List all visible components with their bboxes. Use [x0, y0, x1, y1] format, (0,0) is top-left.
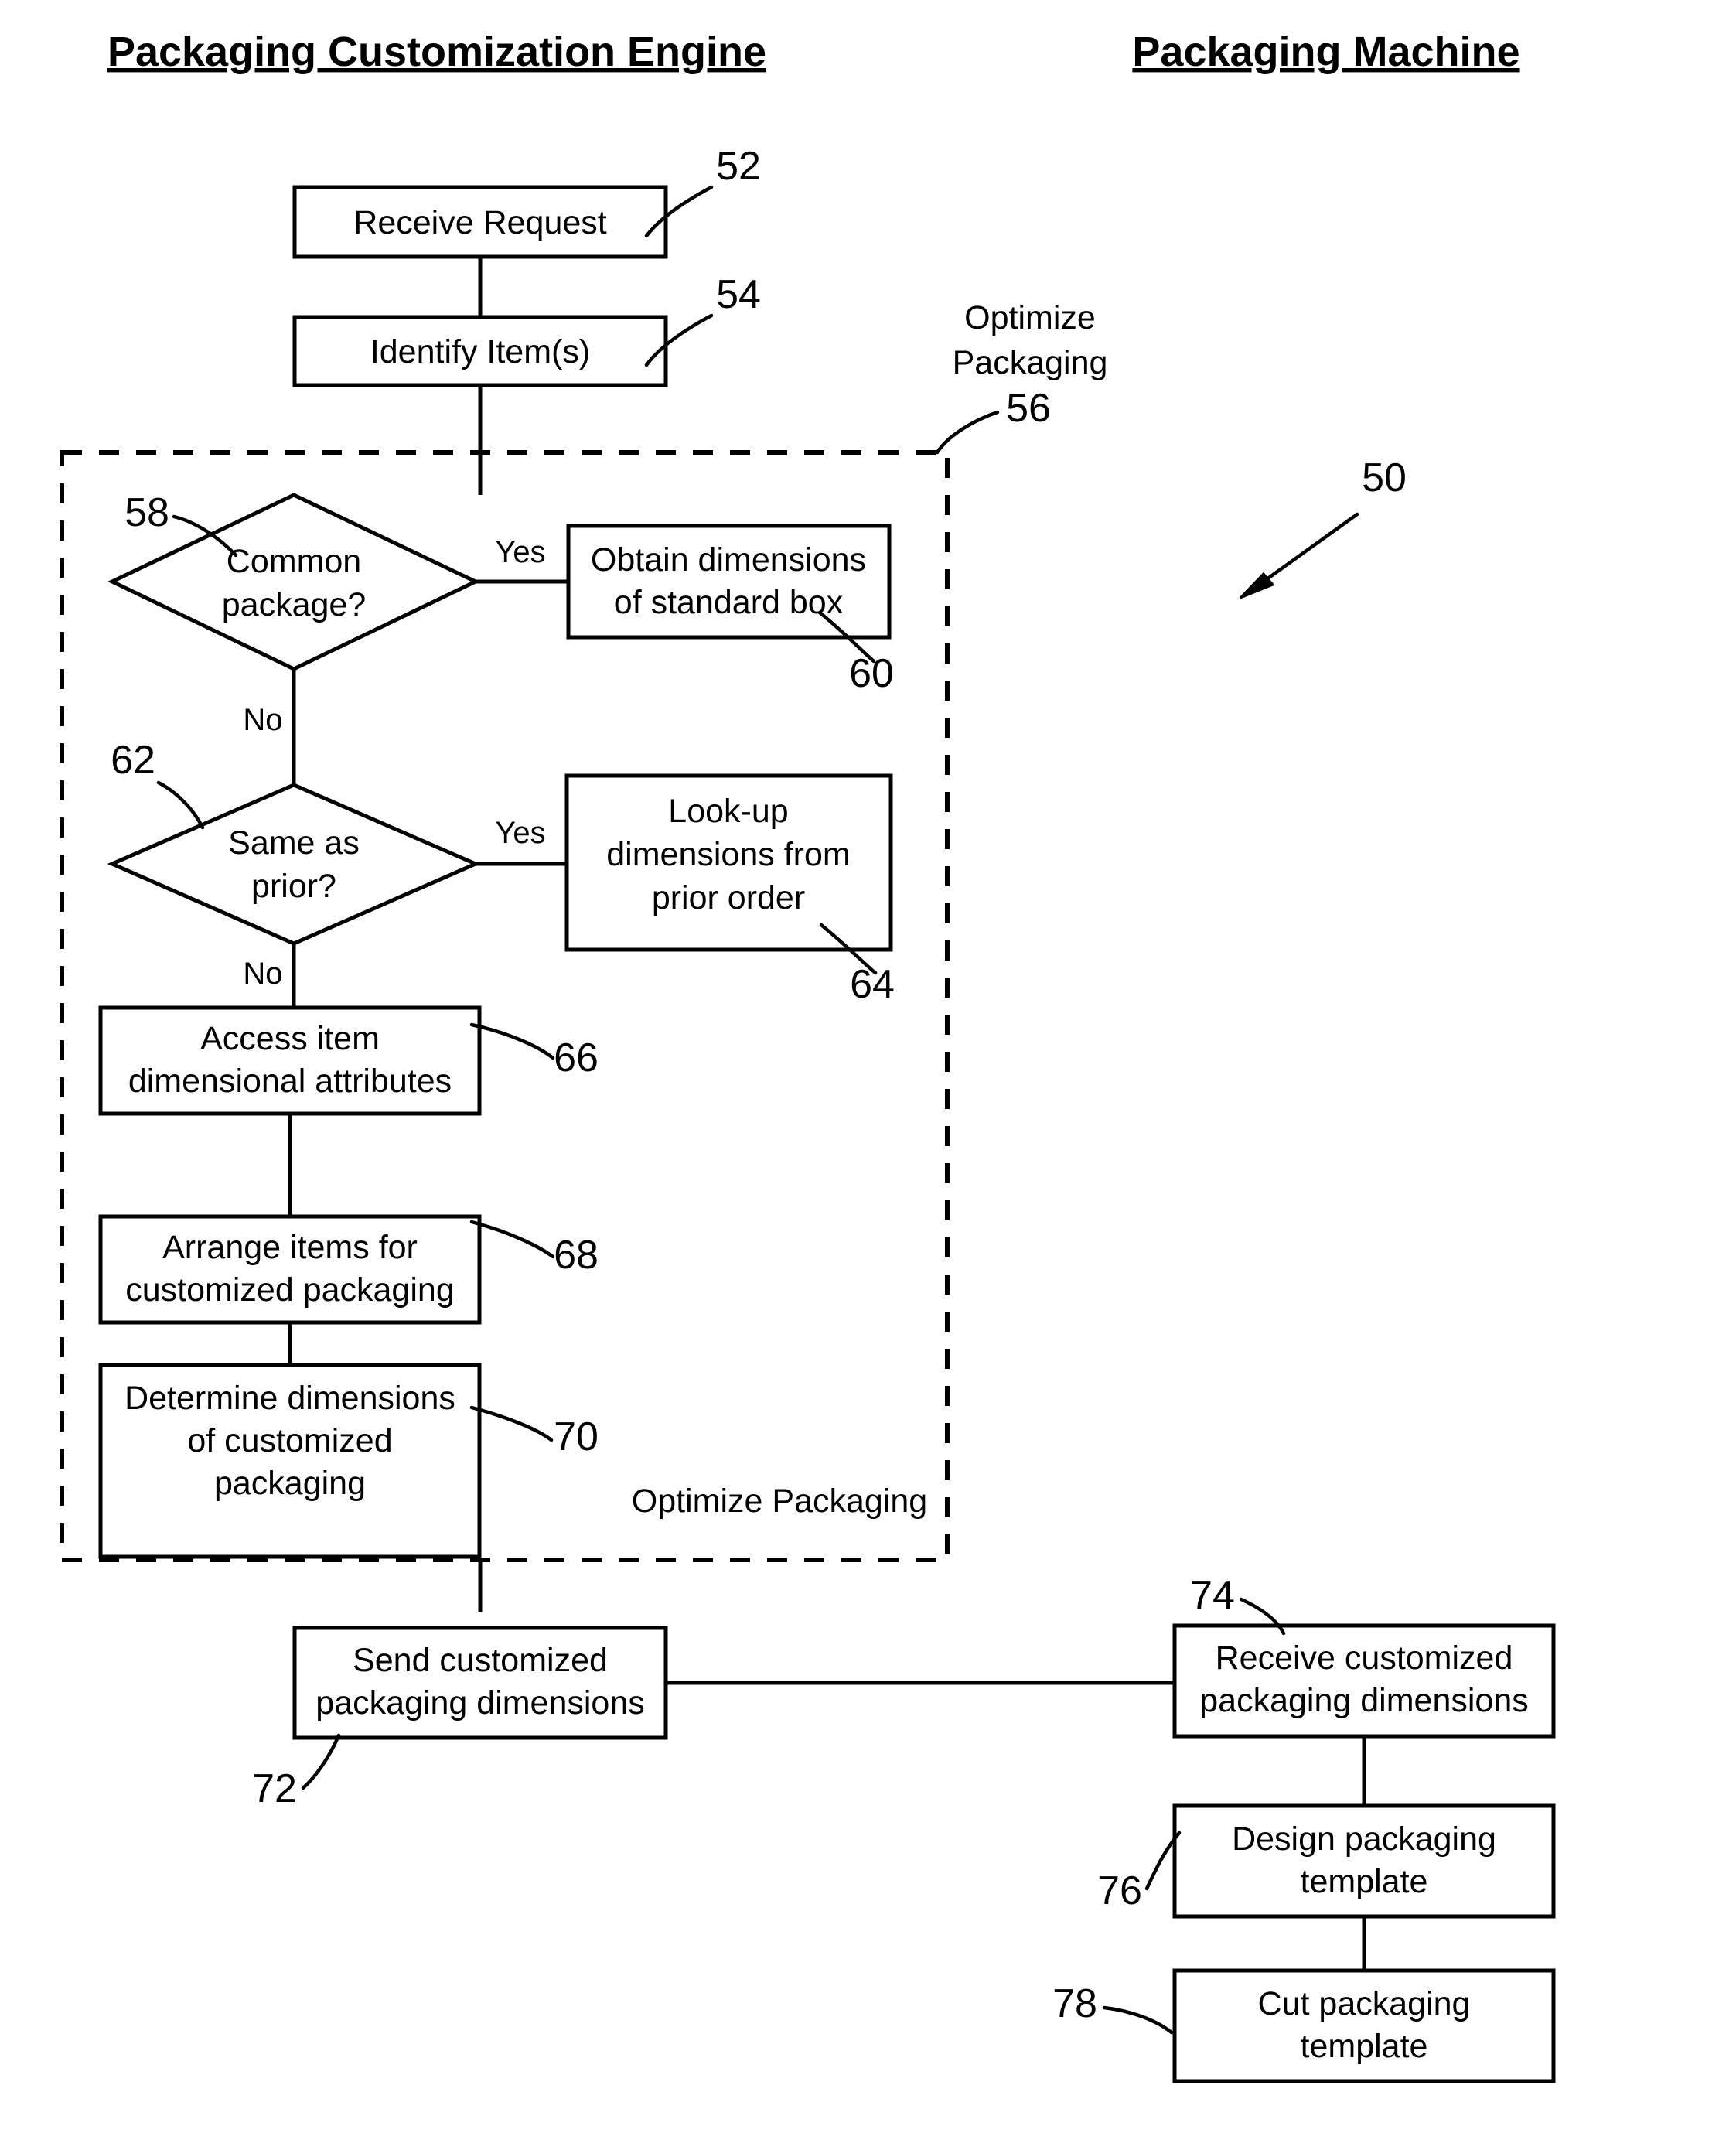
ref-leader-68 — [469, 1220, 555, 1259]
node-obtain-standard-dimensions-line1: Obtain dimensions — [591, 541, 866, 578]
ref-callout-76: 76 — [1097, 1831, 1182, 1913]
ref-number-62: 62 — [111, 738, 155, 783]
node-determine-dimensions[interactable]: Determine dimensions of customized packa… — [98, 1363, 482, 1559]
node-determine-dimensions-line3: packaging — [214, 1465, 366, 1502]
node-arrange-items-line2: customized packaging — [125, 1271, 454, 1309]
ref-leader-66 — [469, 1022, 555, 1060]
node-send-dimensions-line2: packaging dimensions — [315, 1684, 645, 1722]
node-arrange-items-line1: Arrange items for — [162, 1229, 418, 1266]
ref-leader-62 — [156, 780, 205, 830]
node-lookup-prior-dimensions-line3: prior order — [652, 879, 805, 916]
ref-number-58: 58 — [124, 490, 169, 535]
optimize-packaging-inside-caption: Optimize Packaging — [632, 1483, 927, 1520]
node-design-template-line1: Design packaging — [1232, 1821, 1496, 1858]
optimize-packaging-label-line2: Packaging — [953, 344, 1108, 381]
node-receive-dimensions[interactable]: Receive customized packaging dimensions — [1172, 1623, 1556, 1739]
node-cut-template[interactable]: Cut packaging template — [1172, 1968, 1556, 2083]
node-common-package-label-line1: Common — [227, 543, 361, 580]
flowchart-canvas: Packaging Customization Engine Packaging… — [60, 29, 1556, 2083]
node-cut-template-line2: template — [1301, 2028, 1428, 2065]
node-same-as-prior-diamond[interactable] — [107, 783, 481, 946]
ref-number-54: 54 — [716, 272, 761, 317]
ref-callout-66: 66 — [469, 1022, 599, 1080]
figure-ref-number: 50 — [1362, 456, 1407, 500]
figure-ref-arrowhead — [1239, 572, 1275, 599]
node-send-dimensions[interactable]: Send customized packaging dimensions — [292, 1626, 668, 1740]
node-access-item-attributes-line2: dimensional attributes — [128, 1063, 452, 1100]
node-identify-items-label: Identify Item(s) — [370, 333, 590, 370]
node-access-item-attributes-line1: Access item — [200, 1020, 380, 1057]
node-receive-request[interactable]: Receive Request — [292, 185, 668, 259]
ref-callout-72: 72 — [252, 1733, 341, 1811]
node-design-template[interactable]: Design packaging template — [1172, 1803, 1556, 1919]
ref-leader-72 — [301, 1733, 341, 1790]
ref-number-76: 76 — [1097, 1868, 1142, 1913]
patent-figure: Packaging Customization Engine Packaging… — [0, 0, 1736, 2143]
lane-heading-engine: Packaging Customization Engine — [107, 29, 766, 75]
edge-label-yes-58: Yes — [495, 535, 545, 569]
node-lookup-prior-dimensions-line1: Look-up — [668, 793, 788, 830]
node-send-dimensions-line1: Send customized — [353, 1642, 608, 1679]
node-determine-dimensions-line1: Determine dimensions — [124, 1380, 455, 1417]
edge-label-no-58: No — [243, 703, 282, 737]
node-design-template-line2: template — [1301, 1863, 1428, 1900]
ref-leader-56 — [935, 410, 1000, 455]
node-identify-items[interactable]: Identify Item(s) — [292, 315, 668, 387]
ref-number-72: 72 — [252, 1766, 297, 1811]
node-access-item-attributes[interactable]: Access item dimensional attributes — [98, 1005, 482, 1116]
ref-callout-78: 78 — [1052, 1981, 1174, 2035]
node-same-as-prior-label-line1: Same as — [228, 824, 360, 862]
ref-callout-68: 68 — [469, 1220, 599, 1278]
ref-leader-78 — [1102, 2005, 1174, 2035]
node-determine-dimensions-line2: of customized — [187, 1422, 392, 1459]
optimize-packaging-callout: Optimize Packaging 56 — [935, 299, 1108, 455]
ref-number-56: 56 — [1006, 386, 1051, 431]
lane-heading-machine: Packaging Machine — [1132, 29, 1519, 75]
ref-number-74: 74 — [1190, 1573, 1235, 1618]
node-obtain-standard-dimensions-line2: of standard box — [614, 584, 844, 621]
optimize-packaging-label-line1: Optimize — [964, 299, 1096, 336]
ref-number-78: 78 — [1052, 1981, 1097, 2026]
node-receive-dimensions-line2: packaging dimensions — [1199, 1682, 1529, 1719]
edge-label-yes-62: Yes — [495, 816, 545, 850]
edge-label-no-62: No — [243, 957, 282, 991]
node-lookup-prior-dimensions[interactable]: Look-up dimensions from prior order — [564, 773, 893, 952]
ref-callout-62: 62 — [111, 738, 205, 830]
node-lookup-prior-dimensions-line2: dimensions from — [606, 836, 850, 873]
node-arrange-items[interactable]: Arrange items for customized packaging — [98, 1214, 482, 1325]
node-receive-request-label: Receive Request — [353, 204, 607, 241]
figure-reference-50: 50 — [1239, 456, 1407, 599]
ref-number-70: 70 — [554, 1414, 599, 1459]
node-obtain-standard-dimensions[interactable]: Obtain dimensions of standard box — [566, 524, 892, 640]
node-receive-dimensions-line1: Receive customized — [1216, 1640, 1513, 1677]
node-same-as-prior-decision[interactable]: Same as prior? — [107, 783, 481, 946]
node-common-package-label-line2: package? — [222, 586, 367, 623]
ref-callout-70: 70 — [469, 1405, 599, 1459]
ref-number-52: 52 — [716, 144, 761, 189]
node-cut-template-line1: Cut packaging — [1258, 1985, 1471, 2022]
ref-number-68: 68 — [554, 1233, 599, 1278]
ref-leader-70 — [469, 1405, 554, 1442]
ref-number-66: 66 — [554, 1036, 599, 1080]
node-same-as-prior-label-line2: prior? — [251, 868, 336, 905]
